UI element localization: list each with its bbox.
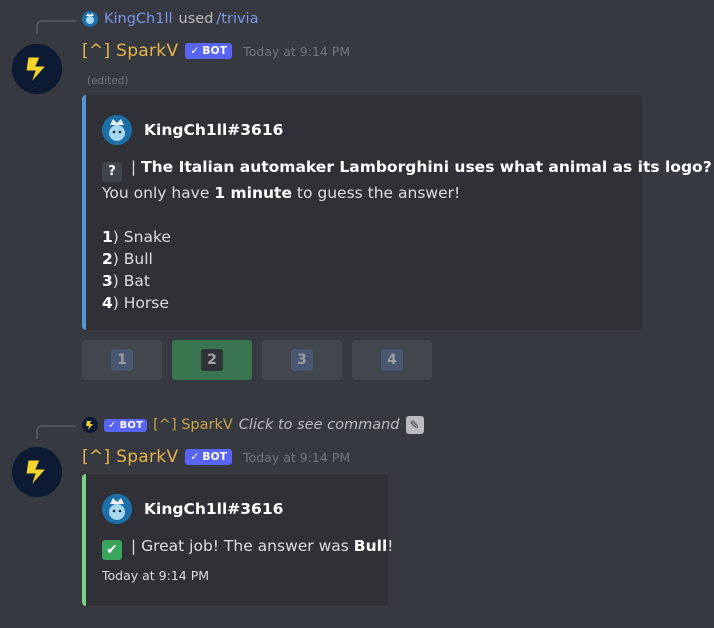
answer-button-3[interactable]: 3: [262, 340, 342, 380]
reply-command[interactable]: /trivia: [216, 11, 258, 27]
result-embed: KingCh1ll#3616 ✔ | Great job! The answer…: [82, 474, 393, 606]
answer-button-1[interactable]: 1: [82, 340, 162, 380]
question-text: The Italian automaker Lamborghini uses w…: [141, 158, 712, 176]
question-separator: |: [126, 158, 142, 176]
button-label: 1: [111, 349, 133, 371]
result-line: ✔ | Great job! The answer was Bull!: [102, 535, 393, 560]
bot-tag: ✓ BOT: [185, 449, 233, 465]
option-paren: ): [112, 272, 124, 290]
message-header: [^] SparkV ✓ BOT Today at 9:14 PM: [82, 447, 350, 467]
option-paren: ): [112, 250, 124, 268]
bot-mini-avatar-icon[interactable]: [82, 417, 98, 433]
option-text: Snake: [123, 228, 171, 246]
verified-check-icon: ✓: [108, 419, 117, 431]
author-name[interactable]: [^] SparkV: [82, 41, 178, 61]
time-suffix: to guess the answer!: [291, 184, 461, 202]
reply-context[interactable]: KingCh1ll used /trivia: [82, 11, 258, 27]
option-2: 2) Bull: [102, 248, 712, 270]
answer-button-2[interactable]: 2: [172, 340, 252, 380]
reply-username[interactable]: KingCh1ll: [104, 11, 173, 27]
embed-author-avatar: [102, 494, 132, 524]
button-label: 3: [291, 349, 313, 371]
option-paren: ): [112, 294, 124, 312]
author-name[interactable]: [^] SparkV: [82, 447, 178, 467]
option-text: Bull: [123, 250, 153, 268]
user-avatar-icon[interactable]: [82, 11, 98, 27]
embed-author-name: KingCh1ll#3616: [144, 121, 284, 139]
message-header: [^] SparkV ✓ BOT Today at 9:14 PM: [82, 41, 350, 61]
reply-used-text: used: [178, 11, 214, 27]
button-label: 4: [381, 349, 403, 371]
option-number: 2: [102, 250, 113, 268]
question-line: ? | The Italian automaker Lamborghini us…: [102, 156, 712, 182]
command-icon[interactable]: ✎: [405, 416, 424, 434]
embed-author: KingCh1ll#3616: [102, 494, 283, 524]
option-number: 1: [102, 228, 113, 246]
result-prefix: Great job! The answer was: [141, 537, 354, 555]
button-label: 2: [201, 349, 223, 371]
option-text: Bat: [123, 272, 150, 290]
reply-spine: [36, 20, 76, 34]
reply-author[interactable]: [^] SparkV: [153, 417, 233, 433]
bot-avatar[interactable]: [12, 447, 62, 497]
option-1: 1) Snake: [102, 226, 712, 248]
option-text: Horse: [123, 294, 169, 312]
trivia-embed: KingCh1ll#3616 ? | The Italian automaker…: [82, 95, 712, 330]
result-suffix: !: [387, 537, 394, 555]
answer-button-4[interactable]: 4: [352, 340, 432, 380]
result-answer: Bull: [353, 537, 388, 555]
message-timestamp[interactable]: Today at 9:14 PM: [243, 450, 350, 465]
verified-check-icon: ✓: [190, 45, 200, 57]
option-paren: ): [112, 228, 124, 246]
time-bold: 1 minute: [214, 184, 292, 202]
question-mark-icon: ?: [102, 162, 122, 182]
option-4: 4) Horse: [102, 292, 712, 314]
embed-footer-timestamp: Today at 9:14 PM: [102, 568, 210, 583]
verified-check-icon: ✓: [190, 451, 200, 463]
bot-tag-label: BOT: [202, 45, 228, 57]
message-timestamp[interactable]: Today at 9:14 PM: [243, 44, 350, 59]
check-mark-icon: ✔: [102, 540, 122, 560]
embed-author-avatar: [102, 115, 132, 145]
option-number: 3: [102, 272, 113, 290]
time-limit-line: You only have 1 minute to guess the answ…: [102, 182, 712, 204]
bot-tag: ✓ BOT: [104, 418, 148, 432]
bot-tag-label: BOT: [119, 419, 144, 431]
reply-spine: [36, 425, 76, 439]
result-separator: |: [126, 537, 142, 555]
embed-author: KingCh1ll#3616: [102, 115, 283, 145]
click-to-see-command[interactable]: Click to see command: [239, 417, 400, 433]
bot-tag: ✓ BOT: [185, 43, 233, 59]
option-number: 4: [102, 294, 113, 312]
embed-author-name: KingCh1ll#3616: [144, 500, 284, 518]
reply-context[interactable]: ✓ BOT [^] SparkV Click to see command ✎: [82, 416, 424, 434]
edited-label[interactable]: (edited): [87, 75, 128, 87]
option-3: 3) Bat: [102, 270, 712, 292]
bot-avatar[interactable]: [12, 44, 62, 94]
embed-description: ? | The Italian automaker Lamborghini us…: [102, 156, 712, 314]
bot-tag-label: BOT: [202, 451, 228, 463]
time-prefix: You only have: [102, 184, 215, 202]
